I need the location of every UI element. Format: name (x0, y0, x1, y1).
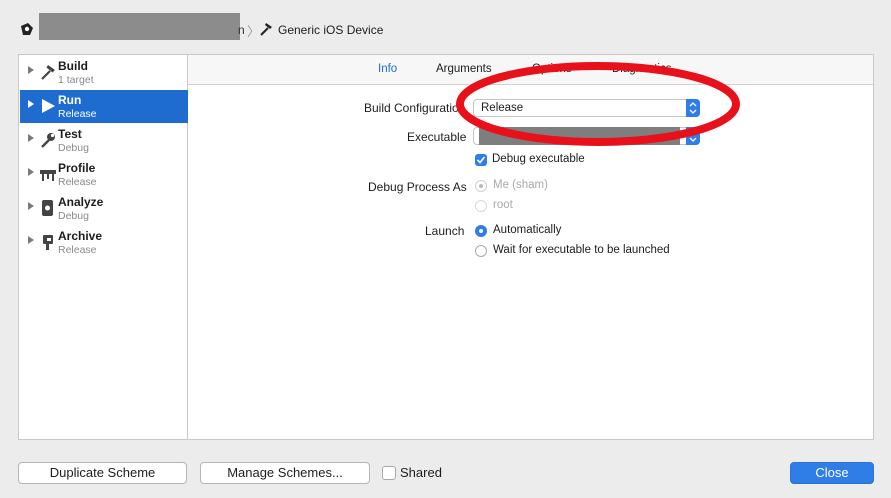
sidebar-item-run[interactable]: Run Release (20, 90, 188, 123)
scheme-actions-sidebar: Build 1 target Run Release Test Debug Pr… (18, 54, 188, 440)
manage-schemes-button[interactable]: Manage Schemes... (200, 462, 370, 484)
shared-checkbox[interactable] (382, 466, 396, 480)
sidebar-item-archive[interactable]: Archive Release (20, 226, 188, 259)
launch-automatically-label[interactable]: Automatically (493, 224, 561, 236)
sidebar-item-title: Test (58, 127, 82, 141)
debug-process-as-label: Debug Process As (368, 180, 467, 194)
hammer-icon (39, 63, 57, 81)
sidebar-item-subtitle: Release (58, 108, 97, 120)
duplicate-scheme-button[interactable]: Duplicate Scheme (18, 462, 187, 484)
scheme-app-icon[interactable] (18, 20, 36, 38)
annotation-ellipse (456, 62, 740, 146)
close-button[interactable]: Close (790, 462, 874, 484)
sidebar-item-subtitle: Debug (58, 142, 89, 154)
debug-as-root-label: root (493, 199, 513, 211)
launch-label: Launch (425, 224, 465, 238)
sidebar-item-title: Run (58, 93, 82, 107)
build-configuration-label: Build Configuration (364, 101, 466, 115)
scheme-toolbar: n 〉 Generic iOS Device (0, 0, 891, 54)
tab-info[interactable]: Info (378, 63, 397, 75)
wrench-icon (39, 131, 57, 149)
disclosure-triangle-icon[interactable] (28, 100, 34, 108)
breadcrumb-destination[interactable]: Generic iOS Device (278, 23, 383, 37)
disclosure-triangle-icon[interactable] (28, 168, 34, 176)
breadcrumb-scheme-tail[interactable]: n (238, 23, 245, 37)
debug-as-me-label: Me (sham) (493, 179, 548, 191)
launch-automatically-radio[interactable] (475, 225, 487, 237)
sidebar-item-title: Analyze (58, 195, 104, 209)
sidebar-item-analyze[interactable]: Analyze Debug (20, 192, 188, 225)
disclosure-triangle-icon[interactable] (28, 66, 34, 74)
redacted-scheme-name[interactable] (39, 13, 240, 40)
sidebar-item-profile[interactable]: Profile Release (20, 158, 188, 191)
sidebar-item-subtitle: Debug (58, 210, 89, 222)
sidebar-item-subtitle: Release (58, 244, 97, 256)
launch-wait-radio[interactable] (475, 245, 487, 257)
instruments-icon (39, 165, 57, 183)
sidebar-item-title: Build (58, 59, 88, 73)
hammer-icon (258, 21, 274, 37)
archive-icon (39, 233, 57, 251)
analyze-icon (39, 199, 57, 217)
disclosure-triangle-icon[interactable] (28, 202, 34, 210)
debug-executable-label[interactable]: Debug executable (492, 153, 585, 165)
sidebar-item-title: Archive (58, 229, 103, 243)
debug-executable-checkbox[interactable] (475, 154, 487, 166)
play-icon (39, 97, 57, 115)
debug-as-me-radio (475, 180, 487, 192)
shared-label[interactable]: Shared (400, 465, 442, 480)
debug-as-root-radio (475, 200, 487, 212)
launch-wait-label[interactable]: Wait for executable to be launched (493, 244, 670, 256)
sidebar-item-test[interactable]: Test Debug (20, 124, 188, 157)
disclosure-triangle-icon[interactable] (28, 236, 34, 244)
sidebar-item-subtitle: 1 target (58, 74, 94, 86)
sidebar-item-build[interactable]: Build 1 target (20, 56, 188, 89)
disclosure-triangle-icon[interactable] (28, 134, 34, 142)
sidebar-item-subtitle: Release (58, 176, 97, 188)
sidebar-item-title: Profile (58, 161, 96, 175)
